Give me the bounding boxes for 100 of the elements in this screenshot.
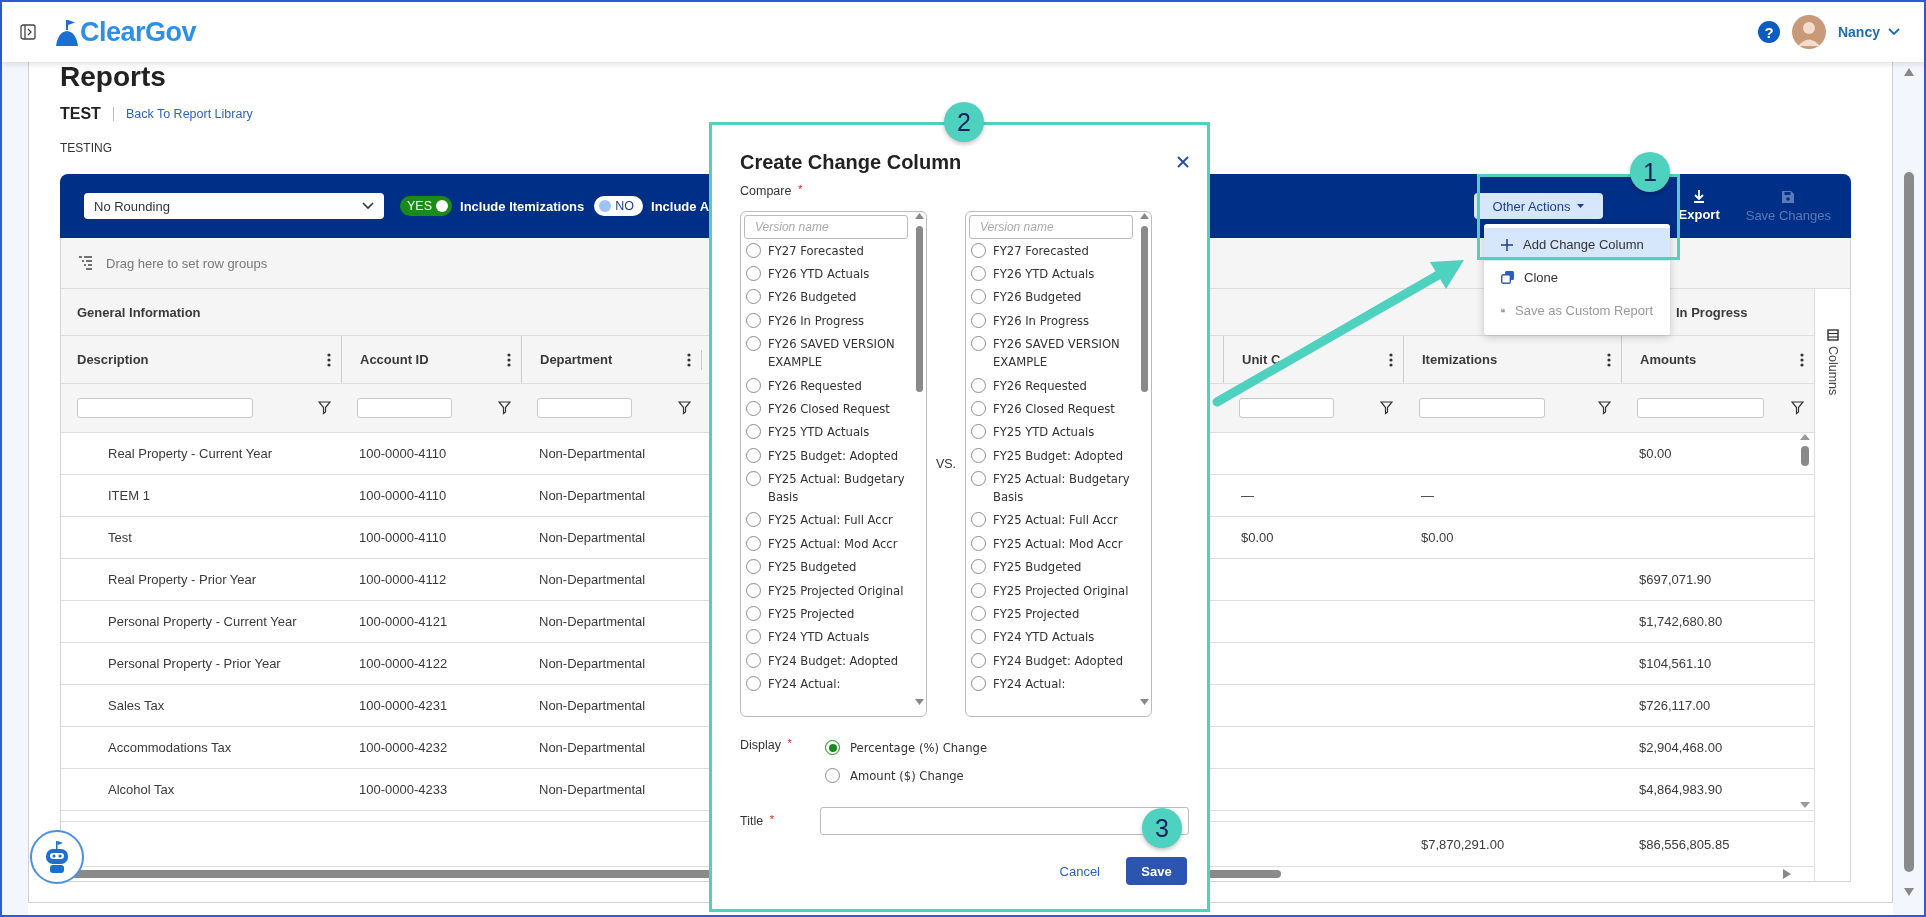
radio-button[interactable] [971, 289, 986, 305]
version-option[interactable]: FY25 Budgeted [993, 558, 1082, 577]
radio-button[interactable] [746, 535, 761, 551]
version-option[interactable]: FY26 Budgeted [768, 288, 857, 307]
filter-field[interactable] [77, 398, 253, 418]
version-option[interactable]: FY25 YTD Actuals [993, 423, 1095, 442]
radio-button[interactable] [971, 447, 986, 463]
filter-field[interactable] [357, 398, 452, 418]
version-option[interactable]: FY26 In Progress [993, 311, 1090, 330]
version-option[interactable]: FY26 SAVED VERSION EXAMPLE [768, 335, 910, 372]
column-header[interactable]: Account ID [360, 352, 429, 367]
user-menu[interactable]: Nancy [1837, 24, 1900, 40]
version-option[interactable]: FY25 Actual: Mod Accr [768, 534, 898, 553]
filter-field[interactable] [1419, 398, 1545, 418]
radio-button[interactable] [746, 312, 761, 328]
close-button[interactable] [1177, 156, 1189, 168]
column-header[interactable]: Amounts [1640, 352, 1697, 367]
version-option[interactable]: FY26 In Progress [768, 311, 865, 330]
radio-button[interactable] [971, 676, 986, 692]
radio-button[interactable] [971, 377, 986, 393]
radio-button[interactable] [825, 768, 840, 783]
version-option[interactable]: FY25 Actual: Full Accr [993, 511, 1118, 530]
other-actions-button[interactable]: Other Actions [1473, 193, 1603, 219]
version-option[interactable]: FY26 YTD Actuals [768, 265, 870, 284]
save-button[interactable]: Save [1126, 857, 1187, 885]
radio-button[interactable] [746, 400, 761, 416]
radio-button[interactable] [746, 559, 761, 575]
version-option[interactable]: FY24 YTD Actuals [993, 628, 1095, 647]
column-header[interactable]: Description [77, 352, 149, 367]
version-option[interactable]: FY24 Budget: Adopted [768, 651, 899, 670]
radio-button[interactable] [746, 447, 761, 463]
version-option[interactable]: FY25 Projected [768, 604, 855, 623]
radio-button[interactable] [825, 740, 840, 755]
version-option[interactable]: FY26 Requested [993, 376, 1087, 395]
filter-field[interactable] [1637, 398, 1764, 418]
version-option[interactable]: FY25 Budget: Adopted [993, 446, 1124, 465]
version-option[interactable]: FY26 YTD Actuals [993, 265, 1095, 284]
rounding-select[interactable]: No Rounding [84, 193, 384, 219]
version-option[interactable]: FY26 Requested [768, 376, 862, 395]
version-option[interactable]: FY24 Actual: [768, 675, 841, 694]
column-header[interactable]: Department [540, 352, 613, 367]
title-field[interactable] [819, 807, 1189, 835]
version-option[interactable]: FY25 Projected [993, 604, 1080, 623]
search-field[interactable]: Version name [969, 215, 1133, 239]
filter-field[interactable] [1239, 398, 1334, 418]
radio-button[interactable] [971, 559, 986, 575]
version-option[interactable]: FY25 Budget: Adopted [768, 446, 899, 465]
display-option[interactable]: Amount ($) Change [850, 767, 964, 785]
version-option[interactable]: FY25 Actual: Budgetary Basis [993, 470, 1135, 507]
version-option[interactable]: FY25 Actual: Mod Accr [993, 534, 1123, 553]
radio-button[interactable] [971, 424, 986, 440]
radio-button[interactable] [746, 336, 761, 352]
version-option[interactable]: FY26 Closed Request [768, 399, 890, 418]
back-link[interactable]: Back To Report Library [125, 107, 253, 121]
radio-button[interactable] [971, 242, 986, 258]
version-option[interactable]: FY24 Actual: [993, 675, 1066, 694]
menu-item[interactable]: Clone [1484, 261, 1670, 294]
column-header[interactable]: Itemizations [1422, 352, 1498, 367]
radio-button[interactable] [746, 471, 761, 487]
version-option[interactable]: FY25 YTD Actuals [768, 423, 870, 442]
radio-button[interactable] [746, 512, 761, 528]
radio-button[interactable] [746, 582, 761, 598]
radio-button[interactable] [971, 400, 986, 416]
version-option[interactable]: FY25 Projected Original [768, 581, 904, 600]
toggle-switch[interactable]: NO [594, 196, 643, 216]
radio-button[interactable] [746, 377, 761, 393]
help-icon[interactable]: ? [1757, 21, 1780, 43]
filter-field[interactable] [537, 398, 632, 418]
radio-button[interactable] [971, 605, 986, 621]
version-option[interactable]: FY26 SAVED VERSION EXAMPLE [993, 335, 1135, 372]
chatbot-button[interactable] [30, 830, 84, 884]
display-option[interactable]: Percentage (%) Change [850, 739, 988, 757]
radio-button[interactable] [971, 582, 986, 598]
radio-button[interactable] [971, 336, 986, 352]
radio-button[interactable] [971, 471, 986, 487]
radio-button[interactable] [746, 424, 761, 440]
radio-button[interactable] [746, 676, 761, 692]
radio-button[interactable] [971, 535, 986, 551]
radio-button[interactable] [746, 266, 761, 282]
version-option[interactable]: FY26 Budgeted [993, 288, 1082, 307]
columns-panel-tab[interactable]: Columns [1825, 329, 1840, 396]
radio-button[interactable] [971, 629, 986, 645]
radio-button[interactable] [746, 629, 761, 645]
version-option[interactable]: FY27 Forecasted [993, 241, 1089, 260]
version-option[interactable]: FY25 Actual: Budgetary Basis [768, 470, 910, 507]
radio-button[interactable] [746, 242, 761, 258]
version-option[interactable]: FY25 Actual: Full Accr [768, 511, 893, 530]
cancel-link[interactable]: Cancel [1059, 863, 1100, 879]
radio-button[interactable] [971, 266, 986, 282]
radio-button[interactable] [746, 652, 761, 668]
version-option[interactable]: FY24 YTD Actuals [768, 628, 870, 647]
radio-button[interactable] [971, 512, 986, 528]
radio-button[interactable] [746, 605, 761, 621]
toggle-switch[interactable]: YES [400, 196, 452, 216]
sidebar-toggle-button[interactable] [20, 24, 36, 40]
version-option[interactable]: FY26 Closed Request [993, 399, 1115, 418]
search-field[interactable]: Version name [744, 215, 908, 239]
radio-button[interactable] [971, 652, 986, 668]
version-option[interactable]: FY25 Budgeted [768, 558, 857, 577]
version-option[interactable]: FY27 Forecasted [768, 241, 864, 260]
